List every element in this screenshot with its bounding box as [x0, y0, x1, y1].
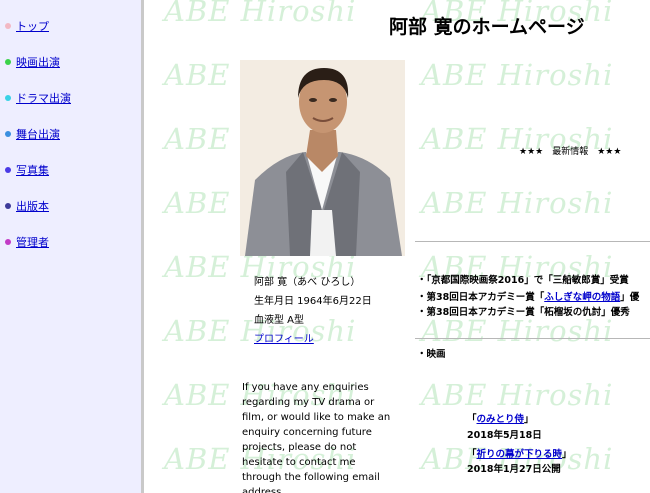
bullet-icon: [5, 131, 11, 137]
main-frame[interactable]: ABE Hiroshi ABE Hiroshi ABE Hiroshi ABE Hir…: [147, 0, 650, 493]
nav-item-photobook[interactable]: 写真集: [5, 163, 49, 177]
nav-item-admin[interactable]: 管理者: [5, 235, 49, 249]
watermark-text: ABE Hiroshi: [421, 186, 614, 220]
nav-link-admin[interactable]: 管理者: [16, 234, 49, 250]
movie-date: 2018年1月27日公開: [467, 464, 561, 475]
nav-item-movies[interactable]: 映画出演: [5, 55, 60, 69]
profile-blood-type: 血液型 A型: [254, 315, 305, 326]
movie-title-row: 「のみとり侍」: [467, 414, 534, 425]
news-item: ・第38回日本アカデミー賞「柘榴坂の仇討」優秀: [417, 304, 630, 318]
profile-photo: [240, 60, 405, 256]
profile-link[interactable]: プロフィール: [254, 334, 314, 345]
news-text-tail: 」優: [620, 292, 640, 303]
divider: [415, 241, 650, 242]
nav-link-books[interactable]: 出版本: [16, 198, 49, 214]
news-link[interactable]: ふしぎな岬の物語: [544, 292, 620, 303]
nav-item-books[interactable]: 出版本: [5, 199, 49, 213]
nav-link-movies[interactable]: 映画出演: [16, 54, 60, 70]
left-nav-frame: トップ 映画出演 ドラマ出演 舞台出演 写真集 出版本 管理者: [0, 0, 144, 493]
news-text: ・「京都国際映画祭2016」で「三船敏郎賞」受賞: [417, 275, 629, 286]
watermark-text: ABE Hiroshi: [421, 314, 614, 348]
bullet-icon: [5, 239, 11, 245]
movie-link[interactable]: のみとり侍: [477, 414, 525, 425]
news-text: ・第38回日本アカデミー賞「: [417, 292, 545, 303]
movie-link[interactable]: 祈りの幕が下りる時: [477, 449, 563, 460]
portrait-image: [240, 60, 405, 256]
news-text: ・第38回日本アカデミー賞「柘榴坂の仇討」優秀: [417, 307, 630, 318]
bullet-icon: [5, 59, 11, 65]
profile-block: 阿部 寛（あべ ひろし） 生年月日 1964年6月22日 血液型 A型 プロフィ…: [254, 273, 372, 349]
news-item: ・第38回日本アカデミー賞「ふしぎな岬の物語」優: [417, 289, 639, 303]
watermark-text: ABE Hiroshi: [164, 0, 357, 28]
news-item: ・「京都国際映画祭2016」で「三船敏郎賞」受賞: [417, 272, 629, 286]
page-title: 阿部 寛のホームページ: [389, 16, 585, 38]
bullet-icon: [5, 167, 11, 173]
nav-link-stage[interactable]: 舞台出演: [16, 126, 60, 142]
nav-link-top[interactable]: トップ: [16, 18, 49, 34]
contact-text: If you have any enquiries regarding my T…: [242, 382, 391, 493]
nav-item-top[interactable]: トップ: [5, 19, 49, 33]
bullet-icon: [5, 95, 11, 101]
nav-item-stage[interactable]: 舞台出演: [5, 127, 60, 141]
nav-link-photobook[interactable]: 写真集: [16, 162, 49, 178]
profile-name: 阿部 寛（あべ ひろし）: [254, 277, 361, 288]
watermark-text: ABE Hiroshi: [421, 378, 614, 412]
bullet-icon: [5, 23, 11, 29]
news-heading: ★★★ 最新情報 ★★★: [519, 147, 622, 157]
movie-date: 2018年5月18日: [467, 430, 542, 441]
divider: [415, 338, 650, 339]
movies-section-label: ・映画: [417, 349, 446, 360]
movie-title-row: 「祈りの幕が下りる時」: [467, 449, 572, 460]
profile-birthday: 生年月日 1964年6月22日: [254, 296, 372, 307]
nav-item-dramas[interactable]: ドラマ出演: [5, 91, 71, 105]
watermark-text: ABE Hiroshi: [421, 58, 614, 92]
nav-link-dramas[interactable]: ドラマ出演: [16, 90, 71, 106]
bullet-icon: [5, 203, 11, 209]
